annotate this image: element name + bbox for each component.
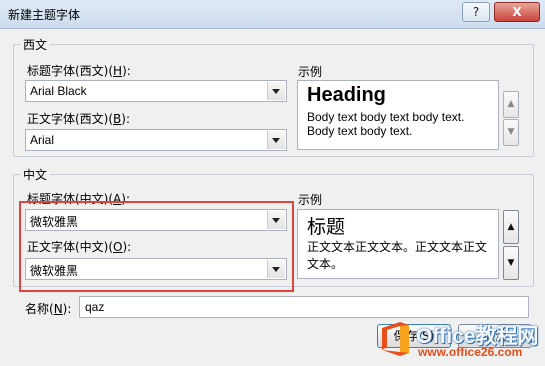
watermark: Office教程网 www.office26.com xyxy=(372,318,545,366)
western-sample-heading: Heading xyxy=(307,84,386,106)
western-scroll-up-button[interactable]: ▲ xyxy=(503,91,519,118)
western-sample-label: 示例 xyxy=(298,65,323,79)
title-bar: 新建主题字体 ? X xyxy=(0,0,545,29)
western-body-font-label: 正文字体(西文)(B): xyxy=(27,112,131,126)
western-heading-font-value: Arial Black xyxy=(30,84,87,98)
western-heading-font-select[interactable]: Arial Black xyxy=(25,80,287,102)
eastasian-group-label: 中文 xyxy=(20,166,51,183)
western-group-label: 西文 xyxy=(20,36,51,53)
eastasian-scroll-down-button[interactable]: ▼ xyxy=(503,246,519,280)
help-button[interactable]: ? xyxy=(462,2,490,22)
western-sample-box: Heading Body text body text body text. B… xyxy=(297,80,499,150)
eastasian-sample-box: 标题 正文文本正文文本。正文文本正文文本。 xyxy=(297,209,499,279)
watermark-url: www.office26.com xyxy=(418,345,523,359)
chevron-down-icon[interactable] xyxy=(267,82,285,100)
dialog-title: 新建主题字体 xyxy=(8,8,81,22)
name-label: 名称(N): xyxy=(25,302,72,316)
office-logo-icon xyxy=(382,322,409,356)
chevron-down-icon[interactable] xyxy=(267,131,285,149)
eastasian-sample-label: 示例 xyxy=(298,193,323,207)
eastasian-sample-heading: 标题 xyxy=(307,216,346,238)
eastasian-sample-body: 正文文本正文文本。正文文本正文文本。 xyxy=(307,240,488,271)
western-sample-body: Body text body text body text. Body text… xyxy=(307,110,465,138)
name-input-value: qaz xyxy=(85,300,105,314)
eastasian-scroll-up-button[interactable]: ▲ xyxy=(503,210,519,244)
western-body-font-value: Arial xyxy=(30,133,55,147)
western-body-font-select[interactable]: Arial xyxy=(25,129,287,151)
name-input[interactable]: qaz xyxy=(79,296,529,318)
highlight-box xyxy=(19,201,294,292)
western-heading-font-label: 标题字体(西文)(H): xyxy=(27,64,131,78)
western-scroll-down-button[interactable]: ▼ xyxy=(503,119,519,146)
close-button[interactable]: X xyxy=(494,2,540,22)
